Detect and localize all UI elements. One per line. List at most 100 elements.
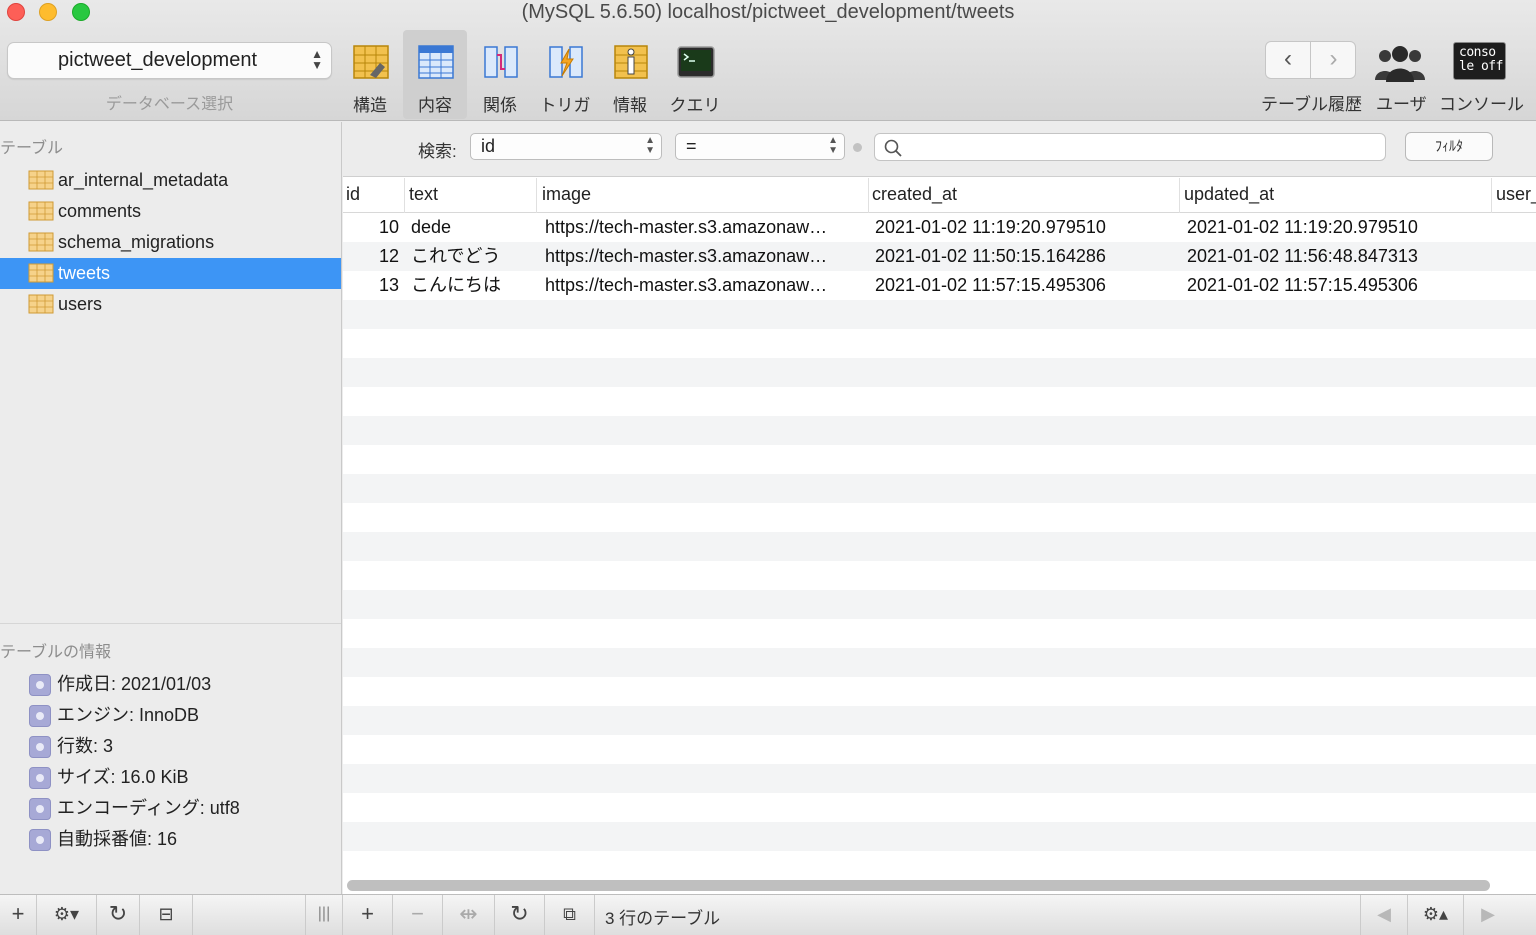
table-row-empty [343, 677, 1536, 706]
previous-page-icon[interactable]: ◀ [1360, 895, 1408, 935]
table-row-empty [343, 445, 1536, 474]
table-info-text: エンジン: InnoDB [57, 705, 200, 725]
updown-chevron-icon: ▲ ▼ [311, 47, 323, 72]
table-icon [28, 263, 54, 283]
cell-updated-at[interactable]: 2021-01-02 11:19:20.979510 [1187, 213, 1489, 242]
cell-id[interactable]: 10 [343, 213, 399, 242]
table-row-empty [343, 329, 1536, 358]
pagination-gear-icon[interactable]: ⚙▴ [1408, 895, 1464, 935]
horizontal-scrollbar[interactable] [347, 880, 1490, 891]
search-icon [884, 139, 902, 157]
cell-created-at[interactable]: 2021-01-02 11:57:15.495306 [875, 271, 1177, 300]
query-icon [677, 46, 715, 78]
cell-updated-at[interactable]: 2021-01-02 11:56:48.847313 [1187, 242, 1489, 271]
sidebar-table-item[interactable]: ar_internal_metadata [0, 165, 341, 196]
toolbar-info-button[interactable]: 情報 [598, 30, 662, 119]
column-header-created-at[interactable]: created_at [869, 178, 1180, 213]
table-info-item: 作成日: 2021/01/03 [0, 669, 341, 700]
toolbar-relations-button[interactable]: 関係 [468, 30, 532, 119]
grid-header: id text image created_at updated_at user… [343, 178, 1536, 213]
remove-row-button[interactable]: − [393, 895, 443, 935]
cell-image[interactable]: https://tech-master.s3.amazonaw… [545, 213, 867, 242]
add-row-button[interactable]: + [343, 895, 393, 935]
relations-icon [484, 46, 518, 78]
toolbar-structure-label: 構造 [353, 96, 387, 115]
table-row-empty [343, 619, 1536, 648]
table-info-text: 作成日: 2021/01/03 [57, 674, 212, 694]
table-name: users [58, 294, 103, 314]
cell-text[interactable]: これでどう [411, 242, 535, 271]
add-table-button[interactable]: + [0, 895, 37, 935]
sidebar-table-item[interactable]: users [0, 289, 341, 320]
updown-chevron-icon: ▲ ▼ [828, 135, 838, 156]
table-actions-gear-icon[interactable]: ⚙▾ [37, 895, 97, 935]
sidebar-divider[interactable] [0, 623, 341, 624]
database-select[interactable]: pictweet_development ▲ ▼ [7, 42, 332, 79]
sidebar-table-item[interactable]: schema_migrations [0, 227, 341, 258]
filter-operator-select[interactable]: = ▲ ▼ [675, 133, 845, 160]
sidebar-table-item[interactable]: comments [0, 196, 341, 227]
console-label: コンソール [1439, 95, 1524, 114]
database-select-caption: データベース選択 [105, 96, 234, 113]
filter-operator-value: = [686, 136, 697, 156]
column-header-user[interactable]: user_ [1493, 178, 1536, 213]
duplicate-row-icon[interactable]: ⇹ [443, 895, 495, 935]
toolbar-triggers-label: トリガ [539, 96, 591, 115]
cell-id[interactable]: 12 [343, 242, 399, 271]
users-label: ユーザ [1376, 95, 1427, 114]
refresh-rows-icon[interactable]: ↻ [495, 895, 545, 935]
filter-tables-icon[interactable]: ⊟ [140, 895, 193, 935]
users-icon[interactable] [1373, 44, 1427, 84]
table-info-item: サイズ: 16.0 KiB [0, 762, 341, 793]
filter-field-select[interactable]: id ▲ ▼ [470, 133, 662, 160]
structure-icon [353, 45, 389, 79]
content-icon [418, 45, 454, 79]
history-label: テーブル履歴 [1261, 95, 1362, 114]
filter-label: 検索: [418, 142, 457, 161]
table-row-empty [343, 474, 1536, 503]
split-handle-icon[interactable]: ||| [305, 895, 343, 935]
toolbar-content-button[interactable]: 内容 [403, 30, 467, 119]
column-header-id[interactable]: id [343, 178, 405, 213]
table-info-item: エンコーディング: utf8 [0, 793, 341, 824]
cell-created-at[interactable]: 2021-01-02 11:19:20.979510 [875, 213, 1177, 242]
filter-field-value: id [481, 136, 496, 156]
cell-image[interactable]: https://tech-master.s3.amazonaw… [545, 271, 867, 300]
table-name: comments [58, 201, 142, 221]
history-forward-button[interactable]: › [1311, 42, 1356, 78]
cell-updated-at[interactable]: 2021-01-02 11:57:15.495306 [1187, 271, 1489, 300]
cell-text[interactable]: dede [411, 213, 535, 242]
table-row-empty [343, 358, 1536, 387]
toolbar: (MySQL 5.6.50) localhost/pictweet_develo… [0, 0, 1536, 121]
table-info-header: テーブルの情報 [0, 644, 112, 661]
table-row-empty [343, 706, 1536, 735]
table-info-item: 自動採番値: 16 [0, 824, 341, 855]
table-row-empty [343, 764, 1536, 793]
info-bullet-icon [29, 829, 51, 851]
table-icon [28, 170, 54, 190]
filter-button[interactable]: ﾌｨﾙﾀ [1405, 132, 1493, 161]
toolbar-triggers-button[interactable]: トリガ [533, 30, 597, 119]
table-name: ar_internal_metadata [58, 170, 229, 190]
history-nav: ‹ › [1265, 41, 1356, 79]
toolbar-query-button[interactable]: クエリ [663, 30, 727, 119]
filter-search-field[interactable] [874, 133, 1386, 161]
table-name: schema_migrations [58, 232, 215, 252]
window-title: (MySQL 5.6.50) localhost/pictweet_develo… [521, 1, 1015, 23]
column-header-text[interactable]: text [406, 178, 537, 213]
cell-id[interactable]: 13 [343, 271, 399, 300]
column-header-updated-at[interactable]: updated_at [1181, 178, 1492, 213]
sidebar-table-item-selected[interactable]: tweets [0, 258, 341, 289]
history-back-button[interactable]: ‹ [1266, 42, 1311, 78]
column-header-image[interactable]: image [539, 178, 869, 213]
cell-text[interactable]: こんにちは [411, 271, 535, 300]
next-page-icon[interactable]: ▶ [1464, 895, 1512, 935]
tables-header: テーブル [0, 140, 64, 157]
copy-rows-icon[interactable]: ⧉ [545, 895, 595, 935]
cell-image[interactable]: https://tech-master.s3.amazonaw… [545, 242, 867, 271]
cell-created-at[interactable]: 2021-01-02 11:50:15.164286 [875, 242, 1177, 271]
console-icon-text: conso le off [1459, 45, 1503, 74]
refresh-tables-icon[interactable]: ↻ [97, 895, 140, 935]
console-icon[interactable]: conso le off [1453, 42, 1506, 80]
toolbar-structure-button[interactable]: 構造 [338, 30, 402, 119]
